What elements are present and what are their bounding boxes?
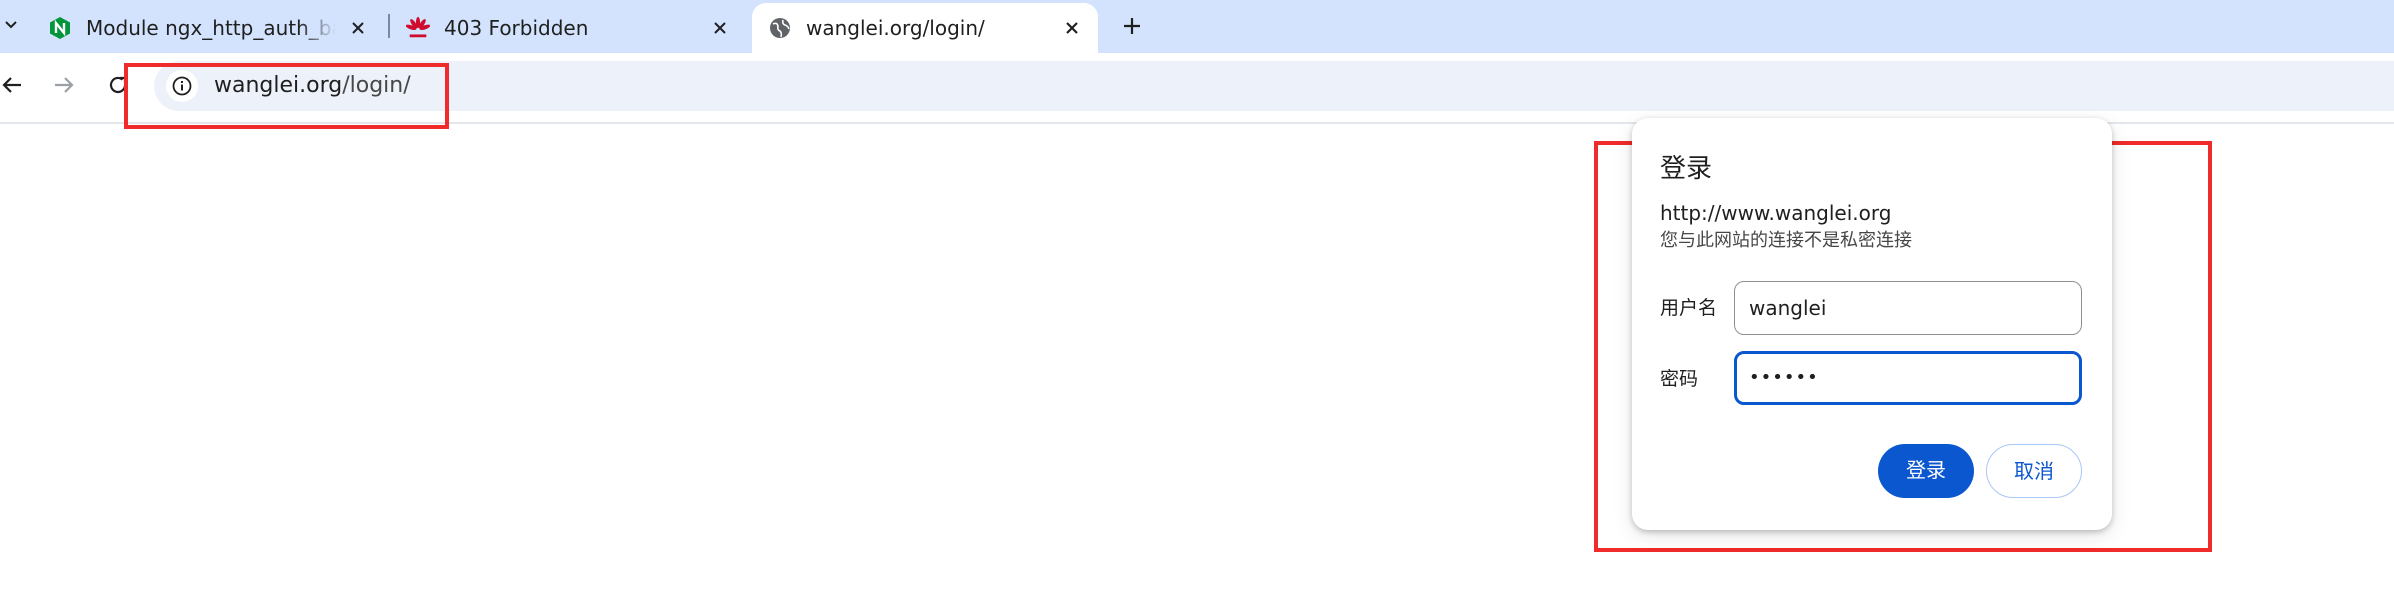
dialog-title: 登录 [1660,154,1713,184]
password-value: •••••• [1749,367,1819,388]
tab-403-forbidden[interactable]: 403 Forbidden [390,3,746,51]
sign-in-button[interactable]: 登录 [1878,444,1974,498]
arrow-left-icon [2,77,21,93]
tab-search-button[interactable] [0,10,22,40]
tab-title: 403 Forbidden [444,16,589,40]
tab-title: wanglei.org/login/ [806,16,985,40]
address-bar[interactable]: wanglei.org/login/ [154,61,2394,111]
new-tab-button[interactable] [1116,10,1148,42]
globe-icon [768,16,792,40]
forward-button[interactable] [48,69,80,101]
back-button[interactable] [0,69,28,101]
nginx-icon [48,16,72,40]
connection-warning: 您与此网站的连接不是私密连接 [1660,230,1912,251]
password-label: 密码 [1660,368,1699,390]
tab-strip: Module ngx_http_auth_basic_module 403 Fo… [0,0,2394,53]
close-icon[interactable] [1058,14,1086,42]
username-field[interactable]: wanglei [1734,281,2082,335]
sign-in-dialog: 登录 http://www.wanglei.org 您与此网站的连接不是私密连接… [1632,118,2112,530]
huawei-icon [406,16,430,40]
tab-title: Module ngx_http_auth_basic_module [86,16,336,40]
annotation-box-url [124,63,449,129]
chevron-down-icon [5,21,17,29]
tab-nginx-docs[interactable]: Module ngx_http_auth_basic_module [32,3,384,51]
username-value: wanglei [1749,296,1827,320]
close-icon[interactable] [344,14,372,42]
cancel-button[interactable]: 取消 [1986,444,2082,498]
password-field[interactable]: •••••• [1734,351,2082,405]
dialog-origin: http://www.wanglei.org [1660,201,1892,225]
close-icon[interactable] [706,14,734,42]
arrow-right-icon [55,77,74,93]
tab-wanglei-login[interactable]: wanglei.org/login/ [752,3,1098,53]
plus-icon [1124,18,1140,34]
username-label: 用户名 [1660,297,1718,319]
